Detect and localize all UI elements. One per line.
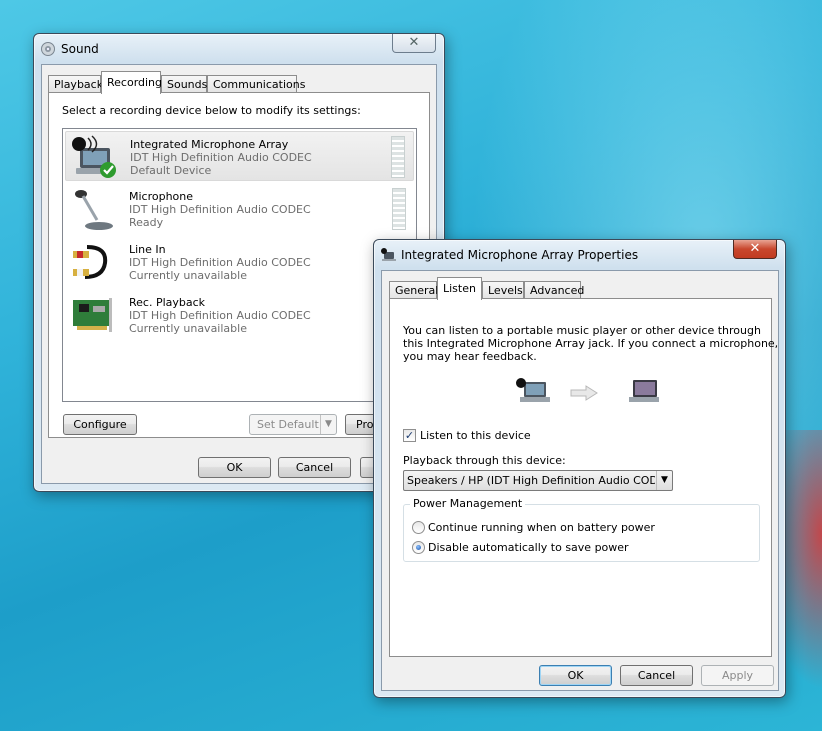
tab-listen[interactable]: Listen <box>437 277 482 300</box>
listen-checkbox-label: Listen to this device <box>420 429 531 442</box>
arrow-right-icon <box>570 385 598 401</box>
power-management-group: Power Management Continue running when o… <box>403 497 760 562</box>
tab-communications[interactable]: Communications <box>207 75 305 93</box>
description-line-1: You can listen to a portable music playe… <box>403 324 761 337</box>
device-name: Rec. Playback <box>129 296 206 309</box>
properties-window: Integrated Microphone Array Properties ✕… <box>373 239 786 698</box>
properties-apply-button[interactable]: Apply <box>701 665 774 686</box>
sound-cancel-button[interactable]: Cancel <box>278 457 351 478</box>
sound-titlebar[interactable]: Sound ✕ <box>34 34 444 64</box>
sound-tabstrip: Playback Recording Sounds Communications <box>48 71 428 94</box>
description-line-2: this Integrated Microphone Array jack. I… <box>403 337 779 350</box>
set-default-button[interactable]: Set Default ▼ <box>249 414 337 435</box>
list-item-integrated-microphone-array[interactable]: Integrated Microphone Array IDT High Def… <box>65 131 414 181</box>
device-name: Microphone <box>129 190 194 203</box>
tab-advanced[interactable]: Advanced <box>524 281 584 299</box>
tab-playback[interactable]: Playback <box>48 75 103 93</box>
device-driver: IDT High Definition Audio CODEC <box>129 309 311 322</box>
device-status: Currently unavailable <box>129 269 247 282</box>
properties-tabstrip: General Listen Levels Advanced <box>389 277 769 300</box>
chevron-down-icon: ▼ <box>656 471 672 490</box>
device-driver: IDT High Definition Audio CODEC <box>129 256 311 269</box>
tab-general[interactable]: General <box>389 281 438 299</box>
level-meter <box>392 188 406 230</box>
tab-sounds[interactable]: Sounds <box>161 75 207 93</box>
list-item-line-in[interactable]: Line In IDT High Definition Audio CODEC … <box>65 237 414 287</box>
disable-automatically-radio[interactable] <box>412 541 425 554</box>
properties-client: General Listen Levels Advanced You can l… <box>381 270 779 691</box>
tab-levels[interactable]: Levels <box>482 281 524 299</box>
listen-checkbox[interactable]: ✓ <box>403 429 416 442</box>
description-line-3: you may hear feedback. <box>403 350 537 363</box>
sound-ok-button[interactable]: OK <box>198 457 271 478</box>
configure-button[interactable]: Configure <box>63 414 137 435</box>
instruction-text: Select a recording device below to modif… <box>62 104 361 117</box>
properties-close-button[interactable]: ✕ <box>733 240 777 259</box>
microphone-array-title-icon <box>381 248 396 261</box>
microphone-array-icon <box>72 135 116 178</box>
listen-panel: You can listen to a portable music playe… <box>389 298 778 657</box>
device-driver: IDT High Definition Audio CODEC <box>129 203 311 216</box>
line-in-cable-icon <box>73 245 108 279</box>
tab-recording[interactable]: Recording <box>101 71 162 94</box>
power-management-title: Power Management <box>410 497 526 510</box>
properties-cancel-button[interactable]: Cancel <box>620 665 693 686</box>
continue-running-label: Continue running when on battery power <box>428 521 655 534</box>
playback-device-select[interactable]: Speakers / HP (IDT High Definition Audio… <box>403 470 673 491</box>
playback-through-label: Playback through this device: <box>403 454 566 467</box>
target-laptop-icon <box>629 380 659 402</box>
list-item-rec-playback[interactable]: Rec. Playback IDT High Definition Audio … <box>65 290 414 340</box>
properties-ok-button[interactable]: OK <box>539 665 612 686</box>
speaker-icon <box>41 42 55 56</box>
sound-close-button[interactable]: ✕ <box>392 34 436 53</box>
properties-titlebar[interactable]: Integrated Microphone Array Properties ✕ <box>374 240 785 270</box>
properties-title: Integrated Microphone Array Properties <box>401 248 639 262</box>
disable-automatically-label: Disable automatically to save power <box>428 541 629 554</box>
device-status: Ready <box>129 216 164 229</box>
microphone-icon <box>75 190 113 230</box>
device-list[interactable]: Integrated Microphone Array IDT High Def… <box>62 128 417 402</box>
device-status: Default Device <box>130 164 212 177</box>
chevron-down-icon: ▼ <box>320 415 336 434</box>
playback-device-value: Speakers / HP (IDT High Definition Audio… <box>407 474 655 487</box>
device-driver: IDT High Definition Audio CODEC <box>130 151 312 164</box>
device-name: Integrated Microphone Array <box>130 138 289 151</box>
level-meter <box>391 136 405 178</box>
continue-running-radio[interactable] <box>412 521 425 534</box>
sound-title: Sound <box>61 42 99 56</box>
sound-card-icon <box>73 298 112 332</box>
list-item-microphone[interactable]: Microphone IDT High Definition Audio COD… <box>65 184 414 234</box>
device-status: Currently unavailable <box>129 322 247 335</box>
source-laptop-icon <box>516 378 550 402</box>
device-name: Line In <box>129 243 166 256</box>
